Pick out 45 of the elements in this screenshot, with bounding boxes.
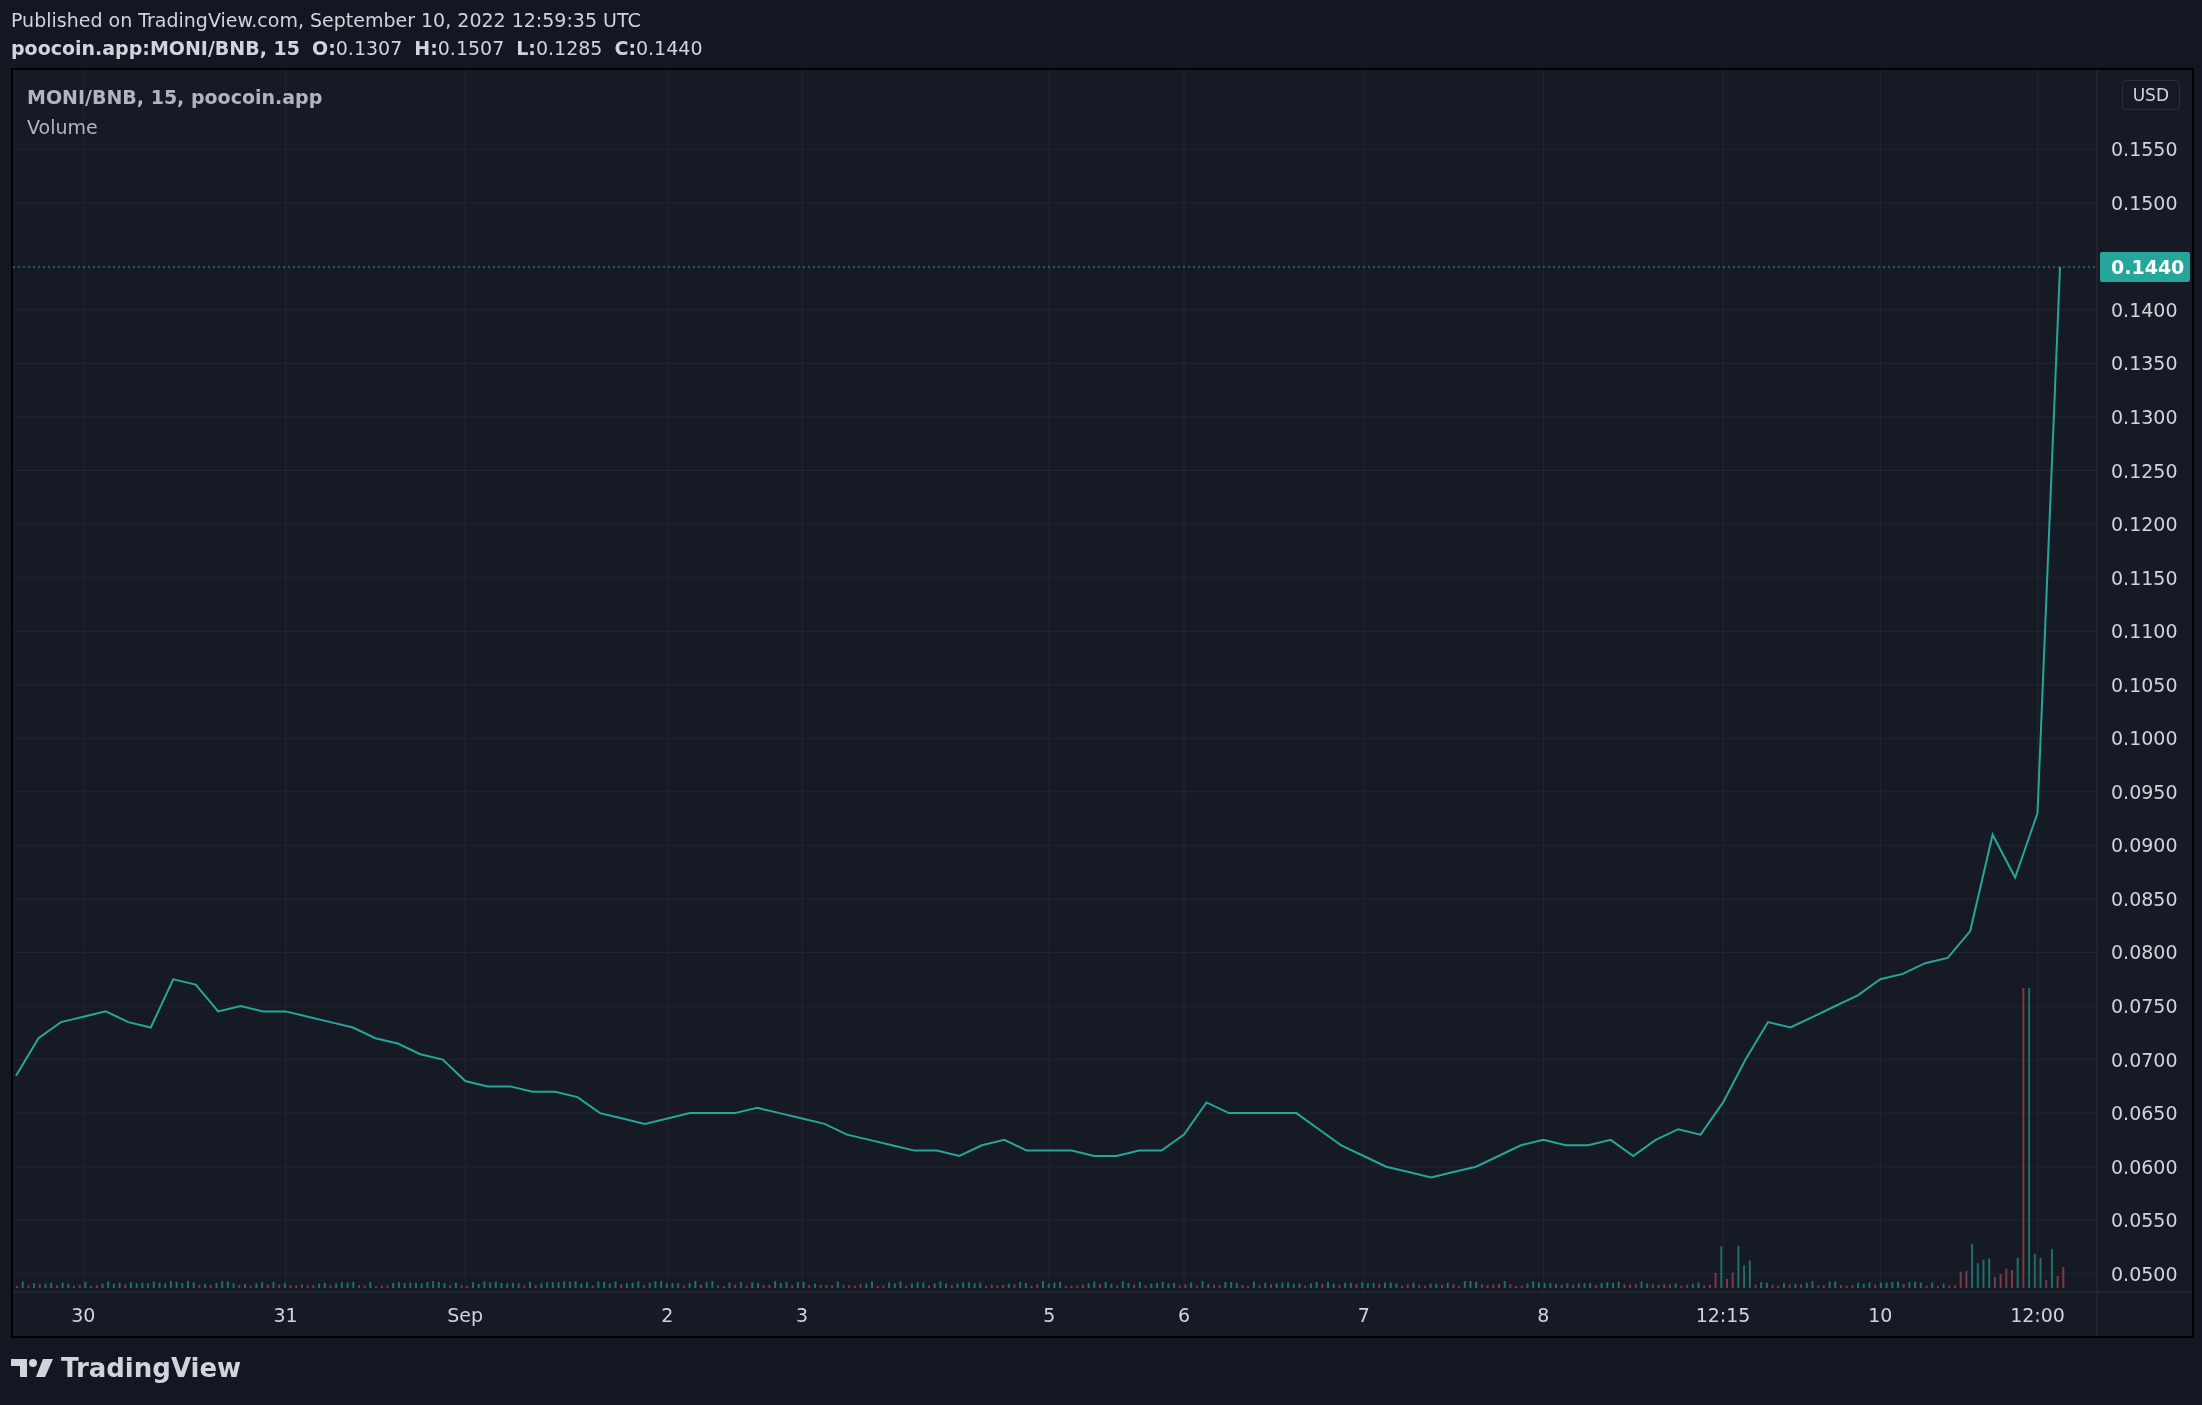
time-tick-label: 6 bbox=[1177, 1304, 1191, 1326]
price-tick-label: 0.1350 bbox=[2111, 352, 2178, 375]
price-tick-label: 0.0850 bbox=[2111, 887, 2178, 910]
ohlc-value: L:0.1285 bbox=[516, 36, 603, 61]
price-tick-label: 0.1200 bbox=[2111, 513, 2178, 536]
price-tick-label: 0.1100 bbox=[2111, 620, 2178, 643]
price-tick-label: 0.0650 bbox=[2111, 1102, 2178, 1125]
brand-logo-icon bbox=[11, 1357, 53, 1379]
price-tick-label: 0.1550 bbox=[2111, 138, 2178, 161]
price-tick-label: 0.1250 bbox=[2111, 459, 2178, 482]
price-tick-label: 0.0500 bbox=[2111, 1262, 2178, 1285]
time-tick-label: 12:00 bbox=[2010, 1304, 2065, 1326]
price-tick-label: 0.0800 bbox=[2111, 941, 2178, 964]
currency-button[interactable]: USD bbox=[2121, 80, 2180, 110]
symbol-title: poocoin.app:MONI/BNB, 15 bbox=[11, 36, 300, 61]
time-tick-label: 30 bbox=[71, 1304, 96, 1326]
price-tick-label: 0.1050 bbox=[2111, 673, 2178, 696]
price-tick-label: 0.1000 bbox=[2111, 727, 2178, 750]
time-tick-label: 10 bbox=[1868, 1304, 1893, 1326]
time-tick-label: 3 bbox=[796, 1304, 809, 1326]
price-tick-label: 0.0900 bbox=[2111, 834, 2178, 857]
price-tick-label: 0.1500 bbox=[2111, 191, 2178, 214]
ohlc-value: O:0.1307 bbox=[312, 36, 403, 61]
time-tick-label: 12:15 bbox=[1695, 1304, 1751, 1326]
ohlc-value: C:0.1440 bbox=[614, 36, 703, 61]
ohlc-value: H:0.1507 bbox=[414, 36, 505, 61]
time-tick-label: 5 bbox=[1043, 1304, 1056, 1326]
time-tick-label: 31 bbox=[273, 1304, 298, 1326]
last-price-badge: 0.1440 bbox=[2100, 252, 2190, 283]
price-tick-label: 0.0700 bbox=[2111, 1048, 2178, 1071]
price-tick-label: 0.1150 bbox=[2111, 566, 2178, 589]
price-tick-label: 0.0750 bbox=[2111, 995, 2178, 1018]
price-tick-label: 0.1400 bbox=[2111, 298, 2178, 321]
legend-label: Volume bbox=[27, 115, 99, 140]
price-tick-label: 0.0550 bbox=[2111, 1209, 2178, 1232]
time-tick-label: Sep bbox=[447, 1304, 484, 1326]
price-tick-label: 0.1300 bbox=[2111, 406, 2178, 428]
time-tick-label: 8 bbox=[1537, 1304, 1550, 1326]
price-tick-label: 0.0950 bbox=[2111, 780, 2178, 803]
price-tick-label: 0.0600 bbox=[2111, 1155, 2178, 1178]
legend-label: MONI/BNB, 15, poocoin.app bbox=[27, 85, 323, 110]
brand-name: TradingView bbox=[61, 1353, 242, 1383]
time-tick-label: 7 bbox=[1357, 1304, 1370, 1326]
time-tick-label: 2 bbox=[661, 1304, 674, 1326]
published-caption: Published on TradingView.com, September 10, 2022 12:59:35 UTC bbox=[11, 8, 642, 33]
